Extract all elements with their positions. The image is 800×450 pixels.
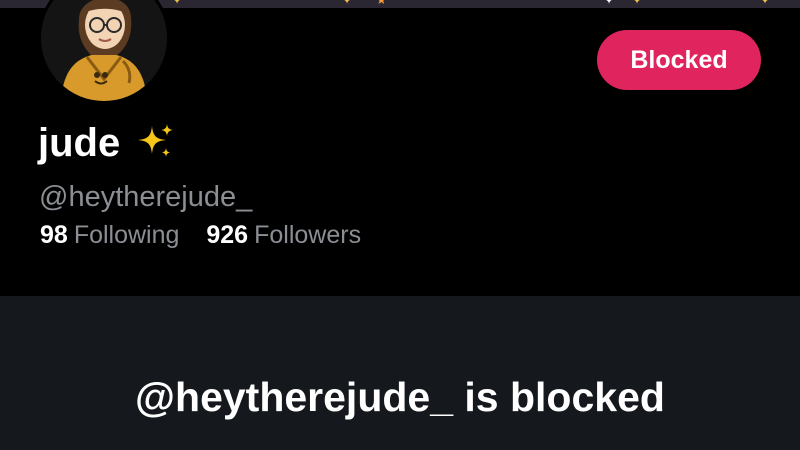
sparkles-icon (136, 122, 174, 170)
profile-handle: @heytherejude_ (39, 181, 253, 213)
star-decoration-icon: ✦ (172, 0, 183, 7)
display-name-text: jude (38, 121, 121, 165)
star-decoration-icon: ✦ (604, 0, 615, 7)
following-count: 98 (40, 221, 68, 249)
followers-link[interactable]: 926 Followers (206, 220, 361, 250)
following-label: Following (73, 221, 180, 249)
blocked-notice-title: @heytherejude_ is blocked (135, 374, 665, 420)
avatar-illustration (41, 0, 167, 101)
following-link[interactable]: 98 Following (40, 220, 179, 250)
profile-header: Blocked jude @heytherejude_ 98 Following … (0, 0, 800, 296)
star-decoration-icon: ★ (376, 0, 387, 7)
profile-page: ✦ ✦ ★ ✦ ✦ ✦ Blocked jude @heytherejude_ … (0, 0, 800, 450)
star-decoration-icon: ✦ (632, 0, 643, 7)
profile-stats: 98 Following 926 Followers (40, 220, 361, 250)
star-decoration-icon: ✦ (760, 0, 771, 7)
followers-count: 926 (206, 221, 249, 249)
profile-display-name: jude (38, 120, 174, 170)
avatar[interactable] (38, 0, 170, 104)
blocked-notice-panel: @heytherejude_ is blocked (0, 296, 800, 450)
star-decoration-icon: ✦ (342, 0, 353, 7)
blocked-button[interactable]: Blocked (597, 30, 761, 90)
followers-label: Followers (254, 221, 362, 249)
